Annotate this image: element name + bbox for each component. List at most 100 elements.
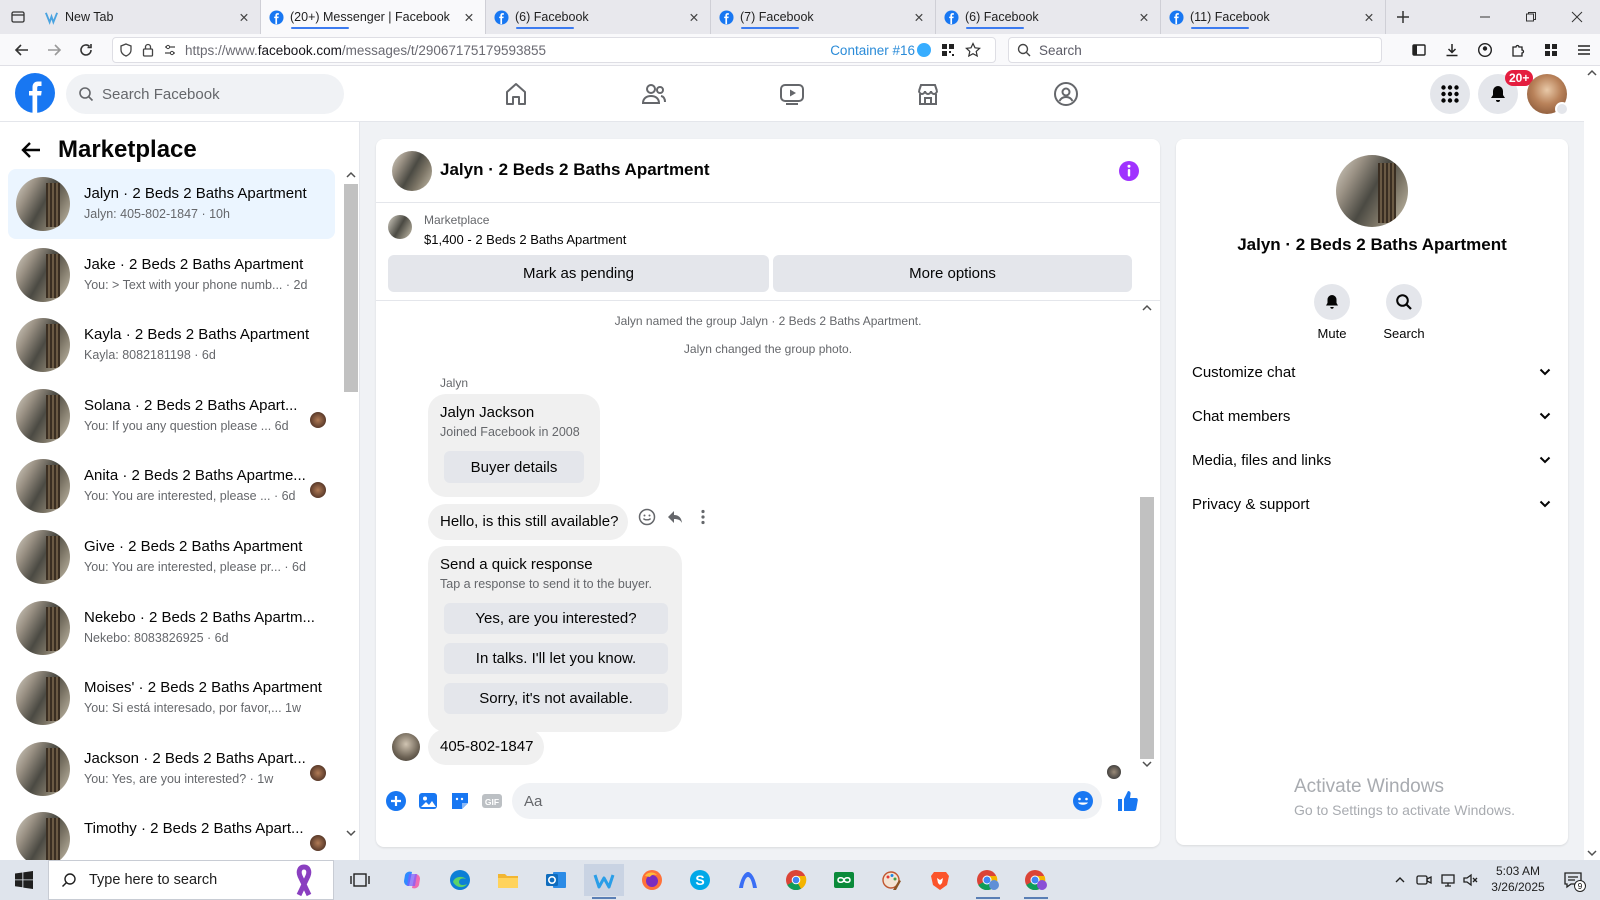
facebook-logo-icon[interactable]	[15, 73, 55, 113]
taskbar-app-green[interactable]	[824, 864, 864, 896]
tab-messenger[interactable]: (20+) Messenger | Facebook ✕	[261, 0, 486, 34]
scrollbar-thumb[interactable]	[1140, 497, 1154, 759]
close-tab-icon[interactable]: ✕	[1136, 9, 1152, 25]
taskbar-skype[interactable]: S	[680, 864, 720, 896]
home-nav-button[interactable]	[496, 74, 536, 114]
message-bubble[interactable]: 405-802-1847	[428, 729, 544, 765]
more-actions-button[interactable]	[692, 506, 714, 528]
conversation-item[interactable]: Moises' · 2 Beds 2 Baths Apartment You: S…	[8, 663, 335, 733]
taskbar-outlook[interactable]	[536, 864, 576, 896]
conversation-item[interactable]: Jackson · 2 Beds 2 Baths Apart... You: Ye…	[8, 734, 335, 804]
attach-photo-button[interactable]	[416, 789, 440, 813]
conversation-avatar[interactable]	[1336, 155, 1408, 227]
conversation-item[interactable]: Solana · 2 Beds 2 Baths Apart... You: If …	[8, 381, 335, 451]
volume-button[interactable]	[1460, 860, 1480, 900]
quick-response-not-available-button[interactable]: Sorry, it's not available.	[444, 683, 668, 714]
taskbar-chrome-profile-r[interactable]	[1016, 864, 1056, 899]
quick-response-yes-button[interactable]: Yes, are you interested?	[444, 603, 668, 634]
reload-button[interactable]	[70, 36, 102, 64]
close-tab-icon[interactable]: ✕	[911, 9, 927, 25]
taskbar-arc[interactable]	[728, 864, 768, 896]
info-icon[interactable]	[1118, 160, 1140, 182]
taskbar-firefox[interactable]	[632, 864, 672, 896]
sticker-button[interactable]	[448, 789, 472, 813]
media-files-links-section[interactable]: Media, files and links	[1192, 446, 1552, 474]
taskbar-chrome[interactable]	[776, 864, 816, 896]
conversation-item[interactable]: Anita · 2 Beds 2 Baths Apartme... You: Yo…	[8, 451, 335, 521]
extensions-button[interactable]	[1501, 34, 1534, 66]
message-bubble[interactable]: Hello, is this still available?	[428, 504, 628, 540]
sidebar-toggle-button[interactable]	[1402, 34, 1435, 66]
marketplace-nav-button[interactable]	[908, 74, 948, 114]
tab-facebook-6[interactable]: (6) Facebook ✕	[486, 0, 711, 34]
reply-button[interactable]	[664, 506, 686, 528]
search-in-conversation-button[interactable]: Search	[1374, 284, 1434, 341]
list-all-tabs-button[interactable]	[0, 0, 36, 34]
privacy-support-section[interactable]: Privacy & support	[1192, 490, 1552, 518]
show-hidden-icons-button[interactable]	[1388, 860, 1412, 900]
downloads-button[interactable]	[1435, 34, 1468, 66]
close-tab-icon[interactable]: ✕	[1361, 9, 1377, 25]
gif-button[interactable]: GIF	[480, 789, 504, 813]
account-button[interactable]	[1468, 34, 1501, 66]
taskbar-copilot[interactable]	[392, 864, 432, 896]
restore-button[interactable]	[1508, 0, 1554, 34]
taskbar-search-input[interactable]: Type here to search	[48, 860, 334, 900]
task-view-button[interactable]	[340, 864, 380, 896]
more-options-button[interactable]: More options	[773, 255, 1132, 292]
chat-members-section[interactable]: Chat members	[1192, 402, 1552, 430]
tab-facebook-11[interactable]: (11) Facebook ✕	[1161, 0, 1386, 34]
mark-as-pending-button[interactable]: Mark as pending	[388, 255, 769, 292]
notification-center-button[interactable]: 9	[1556, 860, 1590, 900]
back-button[interactable]	[6, 36, 38, 64]
close-tab-icon[interactable]: ✕	[461, 9, 477, 25]
mute-button[interactable]: Mute	[1302, 284, 1362, 341]
container-label[interactable]: Container #16	[830, 43, 915, 58]
groups-nav-button[interactable]	[1046, 74, 1086, 114]
conversation-item[interactable]: Nekebo · 2 Beds 2 Baths Apartm... Nekebo:…	[8, 593, 335, 663]
lock-icon[interactable]	[141, 43, 155, 57]
taskbar-file-explorer[interactable]	[488, 864, 528, 896]
chat-scrollbar[interactable]	[1140, 301, 1154, 771]
taskbar-brave[interactable]	[920, 864, 960, 896]
more-actions-plus-button[interactable]	[384, 789, 408, 813]
profile-avatar[interactable]	[1527, 74, 1569, 116]
menu-button[interactable]	[1567, 34, 1600, 66]
shield-icon[interactable]	[119, 43, 133, 57]
conversation-item[interactable]: Jalyn · 2 Beds 2 Baths Apartment Jalyn: 4…	[8, 169, 335, 239]
permissions-icon[interactable]	[163, 43, 177, 57]
apps-button[interactable]	[1534, 34, 1567, 66]
customize-chat-section[interactable]: Customize chat	[1192, 358, 1552, 386]
meet-now-button[interactable]	[1412, 860, 1436, 900]
start-button[interactable]	[0, 860, 48, 900]
page-scrollbar[interactable]	[1584, 66, 1600, 860]
browser-search-input[interactable]: Search	[1008, 37, 1382, 63]
watch-nav-button[interactable]	[772, 74, 812, 114]
close-window-button[interactable]	[1554, 0, 1600, 34]
close-tab-icon[interactable]: ✕	[236, 9, 252, 25]
minimize-button[interactable]	[1462, 0, 1508, 34]
tab-facebook-7[interactable]: (7) Facebook ✕	[711, 0, 936, 34]
menu-grid-button[interactable]	[1430, 74, 1470, 114]
tab-new-tab[interactable]: New Tab ✕	[36, 0, 261, 34]
facebook-search-input[interactable]: Search Facebook	[66, 74, 344, 114]
sidebar-scrollbar[interactable]	[344, 168, 358, 840]
bookmark-star-icon[interactable]	[965, 42, 981, 58]
taskbar-paint[interactable]	[872, 864, 912, 896]
qr-code-icon[interactable]	[941, 43, 955, 57]
new-tab-button[interactable]	[1386, 0, 1420, 34]
emoji-icon[interactable]	[1072, 790, 1094, 812]
quick-response-in-talks-button[interactable]: In talks. I'll let you know.	[444, 643, 668, 674]
taskbar-app-active[interactable]	[584, 864, 624, 899]
conversation-item[interactable]: Timothy · 2 Beds 2 Baths Apart...	[8, 804, 335, 860]
conversation-item[interactable]: Jake · 2 Beds 2 Baths Apartment You: > Te…	[8, 240, 335, 310]
forward-button[interactable]	[38, 36, 70, 64]
taskbar-edge[interactable]	[440, 864, 480, 896]
react-button[interactable]	[636, 506, 658, 528]
friends-nav-button[interactable]	[634, 74, 674, 114]
scrollbar-thumb[interactable]	[344, 184, 358, 392]
sender-avatar[interactable]	[392, 733, 420, 761]
like-send-button[interactable]	[1116, 789, 1140, 813]
chat-title[interactable]: Jalyn · 2 Beds 2 Baths Apartment	[440, 160, 710, 180]
conversation-item[interactable]: Kayla · 2 Beds 2 Baths Apartment Kayla: 8…	[8, 310, 335, 380]
